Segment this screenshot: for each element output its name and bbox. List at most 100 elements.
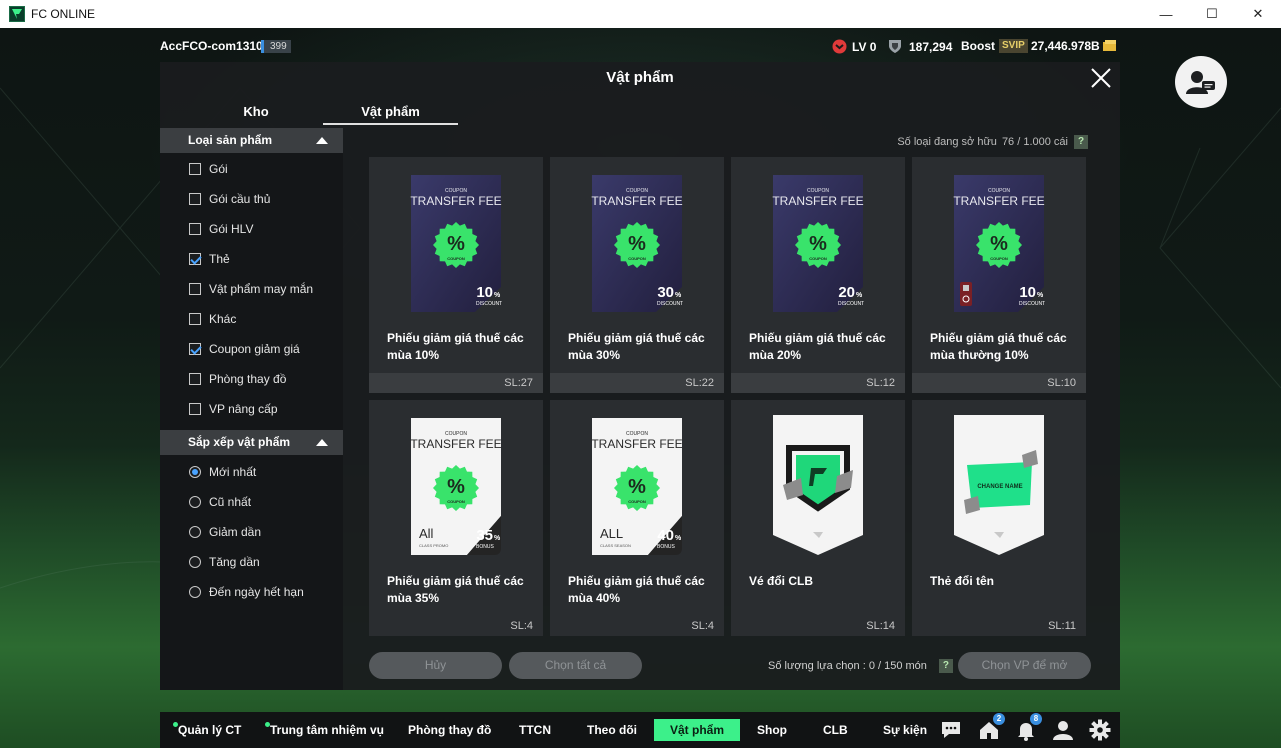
radio-button[interactable] [189,496,201,508]
coupon-percent-unit: % [494,292,501,299]
filter-option[interactable]: Phòng thay đồ [189,371,286,387]
checkbox[interactable] [189,313,201,325]
item-qty-bar: SL:14 [731,616,905,636]
sort-option[interactable]: Giảm dần [189,524,261,540]
checkbox[interactable] [189,343,201,355]
nav-item[interactable]: TTCN [519,723,551,737]
item-quantity: SL:11 [1048,620,1076,632]
item-name: Phiếu giảm giá thuế các mùa 20% [749,331,886,362]
coupon-percent: 20 [838,284,855,301]
filter-option-label: Coupon giảm giá [209,342,300,356]
filter-option[interactable]: Khác [189,311,236,327]
bell-badge: 8 [1030,713,1042,725]
checkbox[interactable] [189,253,201,265]
sort-option-label: Tăng dần [209,555,260,569]
filter-option[interactable]: Gói HLV [189,221,253,237]
item-image: COUPON TRANSFER FEE% COUPON 20% DISCOUNT [731,157,905,322]
checkbox[interactable] [189,163,201,175]
item-card[interactable]: COUPON TRANSFER FEE% COUPON 40% BONUS ALL CLAS… [550,400,724,636]
select-all-button[interactable]: Chọn tất cả [509,652,642,679]
item-quantity: SL:22 [685,377,714,389]
nav-item[interactable]: Theo dõi [587,723,637,737]
nav-item[interactable]: Sự kiện [883,723,927,737]
product-type-header[interactable]: Loại sản phẩm [160,128,343,153]
chat-bubble-icon[interactable] [940,719,962,741]
open-items-button[interactable]: Chọn VP để mở [958,652,1091,679]
item-name: Phiếu giảm giá thuế các mùa thường 10% [930,331,1067,362]
filter-option[interactable]: Gói cầu thủ [189,191,270,207]
coupon-badge-label: COUPON [809,256,827,261]
radio-button[interactable] [189,526,201,538]
item-card[interactable]: COUPON TRANSFER FEE% COUPON 10% DISCOUNT Phiế… [369,157,543,393]
account-name[interactable]: AccFCO-com1310b [160,39,270,53]
checkbox[interactable] [189,193,201,205]
settings-gear-icon[interactable] [1089,719,1111,741]
modal-title: Vật phẩm [606,69,674,86]
item-card[interactable]: COUPON TRANSFER FEE% COUPON 10% DISCOUNT Phiế… [912,157,1086,393]
nav-item-label: Sự kiện [883,723,928,737]
nav-item[interactable]: Shop [757,723,787,737]
percent-symbol: % [809,233,827,255]
coupon-all-sub: CLASS PROMO [419,543,448,548]
boost-stat[interactable]: Boost SVIP [961,39,1028,53]
collapse-triangle-icon[interactable] [316,137,328,144]
checkbox[interactable] [189,283,201,295]
trophy-value: 187,294 [909,39,953,54]
nav-item-label: Shop [757,723,787,737]
nav-item[interactable]: CLB [823,723,848,737]
nav-item[interactable]: Phòng thay đồ [408,723,491,737]
sort-header[interactable]: Sắp xếp vật phẩm [160,430,343,455]
item-card[interactable]: COUPON TRANSFER FEE% COUPON 30% DISCOUNT Phiế… [550,157,724,393]
filter-option-label: Gói [209,162,228,176]
notifications-button[interactable]: 8 [1015,713,1042,741]
filter-option-label: Gói cầu thủ [209,192,271,206]
checkbox[interactable] [189,403,201,415]
svip-badge: SVIP [999,39,1028,53]
close-window-button[interactable]: ✕ [1235,0,1281,28]
radio-button[interactable] [189,556,201,568]
item-name: Phiếu giảm giá thuế các mùa 30% [568,331,705,362]
filter-option[interactable]: Vật phẩm may mắn [189,281,313,297]
coupon-percent-unit: % [675,292,682,299]
sort-option[interactable]: Đến ngày hết hạn [189,584,304,600]
sort-option[interactable]: Cũ nhất [189,494,251,510]
collapse-triangle-icon[interactable] [316,439,328,446]
item-qty-bar: SL:27 [369,373,543,393]
radio-button[interactable] [189,586,201,598]
filter-option[interactable]: Coupon giảm giá [189,341,300,357]
filter-option[interactable]: Gói [189,161,228,177]
user-icon[interactable] [1052,719,1074,741]
sort-option[interactable]: Tăng dần [189,554,260,570]
owned-value: 76 / 1.000 cái [1001,136,1068,148]
sort-option[interactable]: Mới nhất [189,464,256,480]
checkbox[interactable] [189,373,201,385]
nav-item[interactable]: Vật phẩm [654,719,741,741]
help-icon[interactable]: ? [938,659,953,673]
tab-vat-pham[interactable]: Vật phẩm [323,104,458,125]
coupon-sub-label: BONUS [476,544,494,550]
cancel-button[interactable]: Hủy [369,652,502,679]
owned-label: Số loại đang sở hữu [897,136,997,148]
filter-option[interactable]: VP nâng cấp [189,401,278,417]
maximize-button[interactable]: ☐ [1189,0,1235,28]
nav-item[interactable]: Trung tâm nhiệm vụ [265,722,384,737]
item-card[interactable]: Vé đổi CLB SL:14 [731,400,905,636]
profile-chat-button[interactable] [1175,56,1227,108]
minimize-button[interactable]: — [1143,0,1189,28]
home-nav-button[interactable]: 2 [978,713,1005,741]
item-card[interactable]: COUPON TRANSFER FEE% COUPON 20% DISCOUNT Phiế… [731,157,905,393]
tab-kho[interactable]: Kho [230,104,282,119]
modal-tabs: Kho Vật phẩm [160,100,460,126]
radio-button[interactable] [189,466,201,478]
checkbox[interactable] [189,223,201,235]
nav-item[interactable]: Quản lý CT [173,722,241,737]
sort-heading: Sắp xếp vật phẩm [188,435,291,449]
close-icon[interactable] [1090,67,1112,89]
item-image: COUPON TRANSFER FEE% COUPON 10% DISCOUNT [912,157,1086,322]
help-icon[interactable]: ? [1074,135,1088,149]
coupon-all-sub: CLASS SEASON [600,543,631,548]
item-card[interactable]: COUPON TRANSFER FEE% COUPON 35% BONUS All CLAS… [369,400,543,636]
filter-option[interactable]: Thẻ [189,251,230,267]
item-card[interactable]: CHANGE NAME Thẻ đổi tên SL:11 [912,400,1086,636]
coins-stat: 27,446.978B [1031,39,1117,53]
